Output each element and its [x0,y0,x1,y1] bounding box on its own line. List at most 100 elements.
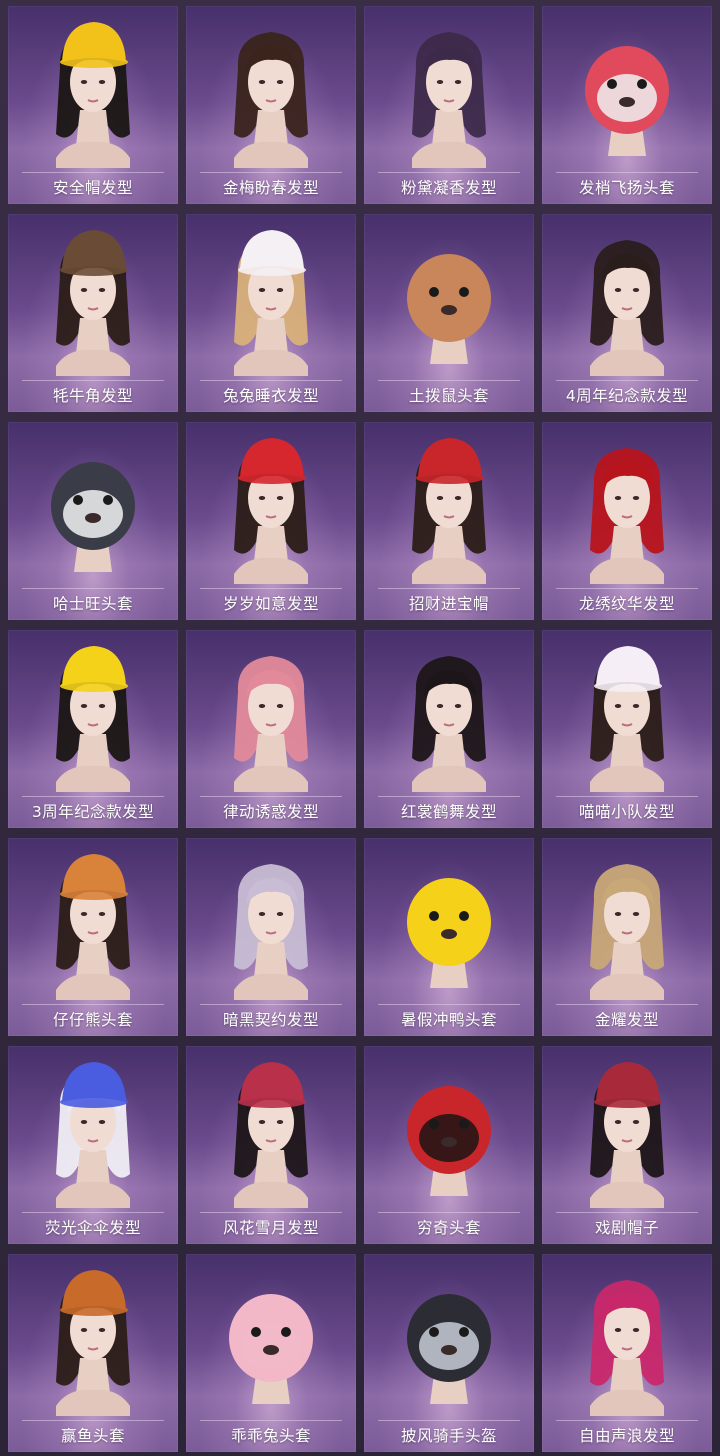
husky-mask-icon [8,422,178,584]
caption-divider [200,1212,342,1213]
item-name: 自由声浪发型 [578,1427,675,1445]
caption-divider [556,796,698,797]
caption-divider [200,172,342,173]
item-card[interactable]: 穷奇头套 [364,1046,534,1244]
item-card[interactable]: 风花雪月发型 [186,1046,356,1244]
item-card[interactable]: 4周年纪念款发型 [542,214,712,412]
item-grid: 安全帽发型 金梅盼春发型 粉黛凝香发型 发梢飞扬头套牦牛角发型 兔兔睡衣发型 土拨鼠头套 4… [0,0,720,1456]
caption-divider [200,1004,342,1005]
item-card[interactable]: 乖乖兔头套 [186,1254,356,1452]
caption-divider [556,1420,698,1421]
item-card[interactable]: 红裳鹤舞发型 [364,630,534,828]
item-card[interactable]: 发梢飞扬头套 [542,6,712,204]
unicorn-mask-icon [542,6,712,168]
caption-divider [200,380,342,381]
rider-helmet-icon [364,1254,534,1416]
pink-hairstyle-icon [186,630,356,792]
item-card[interactable]: 粉黛凝香发型 [364,6,534,204]
duck-mask-icon [364,838,534,1000]
item-card[interactable]: 金梅盼春发型 [186,6,356,204]
bun-hairstyle-icon [186,6,356,168]
caption-divider [200,796,342,797]
caption-divider [378,172,520,173]
item-name: 戏剧帽子 [594,1219,659,1237]
bunny-nightcap-hairstyle-icon [186,214,356,376]
blonde-hairstyle-icon [542,838,712,1000]
caption-divider [200,1420,342,1421]
item-name: 龙绣纹华发型 [578,595,675,613]
item-card[interactable]: 暑假冲鸭头套 [364,838,534,1036]
caption-divider [378,1420,520,1421]
item-name: 粉黛凝香发型 [400,179,497,197]
caption-divider [556,380,698,381]
caption-divider [378,1004,520,1005]
item-card[interactable]: 龙绣纹华发型 [542,422,712,620]
caption-divider [22,796,164,797]
caption-divider [200,588,342,589]
pink-bunny-mask-icon [186,1254,356,1416]
item-card[interactable]: 3周年纪念款发型 [8,630,178,828]
item-name: 披风骑手头盔 [400,1427,497,1445]
twin-tail-hairstyle-icon [186,422,356,584]
anniversary-hairstyle-icon [542,214,712,376]
fish-mask-icon [8,1254,178,1416]
caption-divider [378,588,520,589]
item-card[interactable]: 仔仔熊头套 [8,838,178,1036]
item-name: 4周年纪念款发型 [565,387,689,405]
lucky-knit-hat-icon [364,422,534,584]
mushroom-hat-icon [8,1046,178,1208]
item-name: 红裳鹤舞发型 [400,803,497,821]
caption-divider [22,380,164,381]
item-card[interactable]: 戏剧帽子 [542,1046,712,1244]
hardhat-hairstyle-icon [8,6,178,168]
item-card[interactable]: 哈士旺头套 [8,422,178,620]
item-name: 发梢飞扬头套 [578,179,675,197]
item-card[interactable]: 喵喵小队发型 [542,630,712,828]
item-card[interactable]: 律动诱惑发型 [186,630,356,828]
caption-divider [556,172,698,173]
jester-hat-icon [542,1046,712,1208]
magenta-hairstyle-icon [542,1254,712,1416]
item-name: 3周年纪念款发型 [31,803,155,821]
item-name: 律动诱惑发型 [222,803,319,821]
item-card[interactable]: 安全帽发型 [8,6,178,204]
caption-divider [22,172,164,173]
item-name: 安全帽发型 [52,179,133,197]
caption-divider [22,1212,164,1213]
caption-divider [556,1212,698,1213]
item-card[interactable]: 兔兔睡衣发型 [186,214,356,412]
caption-divider [22,588,164,589]
caption-divider [378,1212,520,1213]
item-name: 金耀发型 [594,1011,659,1029]
item-name: 赢鱼头套 [60,1427,125,1445]
item-card[interactable]: 赢鱼头套 [8,1254,178,1452]
item-card[interactable]: 自由声浪发型 [542,1254,712,1452]
item-name: 牦牛角发型 [52,387,133,405]
silver-hairstyle-icon [186,838,356,1000]
purple-bob-hairstyle-icon [364,6,534,168]
item-name: 岁岁如意发型 [222,595,319,613]
item-card[interactable]: 披风骑手头盔 [364,1254,534,1452]
item-name: 喵喵小队发型 [578,803,675,821]
yak-horn-hairstyle-icon [8,214,178,376]
double-bun-hairstyle-icon [364,630,534,792]
item-name: 穷奇头套 [416,1219,481,1237]
item-card[interactable]: 招财进宝帽 [364,422,534,620]
item-card[interactable]: 岁岁如意发型 [186,422,356,620]
item-card[interactable]: 荧光伞伞发型 [8,1046,178,1244]
item-name: 荧光伞伞发型 [44,1219,141,1237]
item-name: 暗黑契约发型 [222,1011,319,1029]
item-card[interactable]: 暗黑契约发型 [186,838,356,1036]
caption-divider [378,796,520,797]
cap-hairstyle-icon [8,630,178,792]
item-card[interactable]: 牦牛角发型 [8,214,178,412]
groundhog-mask-icon [364,214,534,376]
item-name: 兔兔睡衣发型 [222,387,319,405]
item-card[interactable]: 土拨鼠头套 [364,214,534,412]
caption-divider [556,1004,698,1005]
item-name: 乖乖兔头套 [230,1427,311,1445]
item-card[interactable]: 金耀发型 [542,838,712,1036]
caption-divider [22,1004,164,1005]
dragon-mask-icon [364,1046,534,1208]
bear-hood-icon [8,838,178,1000]
